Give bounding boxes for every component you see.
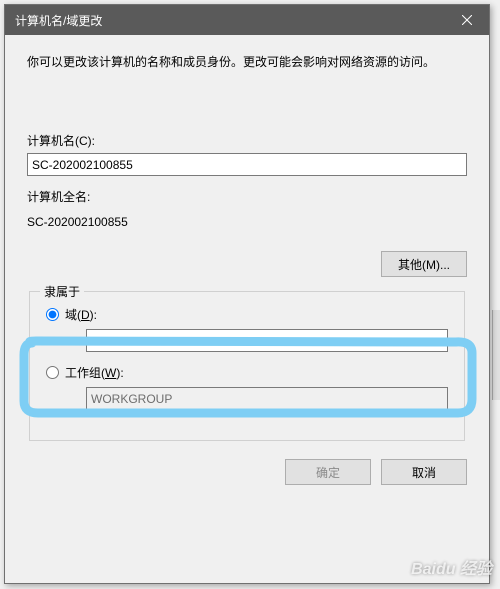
workgroup-input — [86, 387, 448, 410]
dialog-button-row: 确定 取消 — [5, 441, 489, 485]
close-icon — [462, 15, 472, 25]
workgroup-radio-label: 工作组(W): — [65, 364, 124, 381]
description-text: 你可以更改该计算机的名称和成员身份。更改可能会影响对网络资源的访问。 — [27, 53, 467, 72]
domain-radio-label: 域(D): — [65, 306, 97, 323]
close-button[interactable] — [444, 5, 489, 35]
computer-name-input[interactable] — [27, 153, 467, 176]
member-of-title: 隶属于 — [40, 283, 84, 300]
computer-name-label: 计算机名(C): — [27, 132, 467, 149]
member-of-group: 隶属于 域(D): 工作组(W): — [29, 291, 465, 441]
ok-button[interactable]: 确定 — [285, 459, 371, 485]
full-name-value: SC-202002100855 — [27, 215, 467, 229]
dialog-content: 你可以更改该计算机的名称和成员身份。更改可能会影响对网络资源的访问。 计算机名(… — [5, 35, 489, 441]
background-window-edge — [492, 310, 500, 400]
full-name-label: 计算机全名: — [27, 188, 467, 205]
domain-radio[interactable] — [46, 308, 59, 321]
workgroup-radio[interactable] — [46, 366, 59, 379]
titlebar: 计算机名/域更改 — [5, 5, 489, 35]
cancel-button[interactable]: 取消 — [381, 459, 467, 485]
computer-name-domain-dialog: 计算机名/域更改 你可以更改该计算机的名称和成员身份。更改可能会影响对网络资源的… — [4, 4, 490, 584]
other-button[interactable]: 其他(M)... — [381, 251, 467, 277]
workgroup-radio-row[interactable]: 工作组(W): — [46, 364, 448, 381]
domain-radio-row[interactable]: 域(D): — [46, 306, 448, 323]
domain-input[interactable] — [86, 329, 448, 352]
window-title: 计算机名/域更改 — [15, 12, 102, 29]
